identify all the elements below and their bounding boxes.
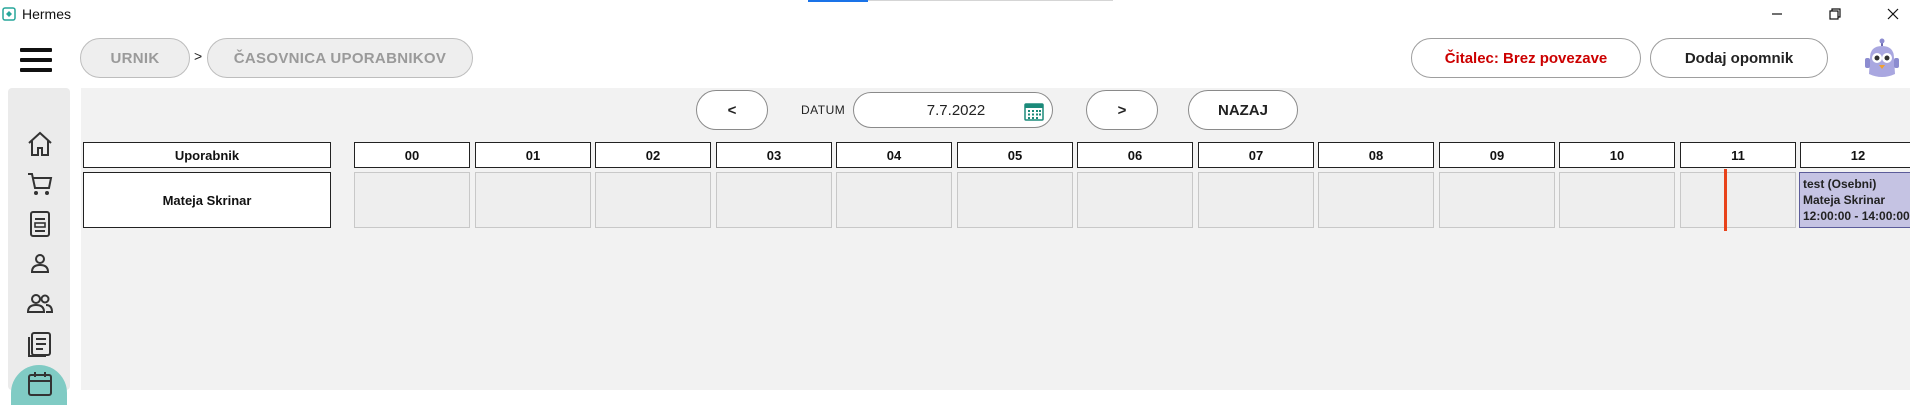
hour-slot[interactable] (1077, 172, 1193, 228)
reader-status-button[interactable]: Čitalec: Brez povezave (1411, 38, 1641, 78)
right-edge (1910, 88, 1916, 390)
close-icon (1887, 8, 1899, 20)
sidebar (8, 88, 70, 405)
event-time: 12:00:00 - 14:00:00 (1803, 209, 1910, 223)
menu-bar (20, 58, 52, 62)
hour-slot[interactable] (1198, 172, 1314, 228)
restore-icon (1829, 8, 1841, 20)
add-reminder-button[interactable]: Dodaj opomnik (1650, 38, 1828, 78)
window-title: Hermes (22, 6, 72, 22)
list-icon (28, 332, 51, 357)
sidebar-item-cart[interactable] (24, 168, 56, 200)
taskbar-line (868, 0, 1113, 1)
hour-header-03: 03 (716, 142, 832, 168)
hour-header-04: 04 (836, 142, 952, 168)
hour-slot[interactable] (595, 172, 711, 228)
calendar-icon (28, 372, 52, 396)
row-user-name: Mateja Skrinar (83, 172, 331, 228)
hour-header-12: 12 (1800, 142, 1916, 168)
hour-slot[interactable] (1318, 172, 1434, 228)
back-button[interactable]: NAZAJ (1188, 90, 1298, 130)
sidebar-item-user[interactable] (24, 248, 56, 280)
title-bar: Hermes (0, 0, 1916, 28)
hour-slot[interactable] (1680, 172, 1796, 228)
hour-header-11: 11 (1680, 142, 1796, 168)
hour-slot[interactable] (475, 172, 591, 228)
main-content (81, 88, 1916, 390)
home-icon (28, 131, 52, 156)
hour-slot[interactable] (957, 172, 1073, 228)
minimize-button[interactable] (1748, 0, 1806, 28)
person-icon (30, 254, 50, 273)
timeline-event[interactable]: test (Osebni) Mateja Skrinar 12:00:00 - … (1799, 172, 1916, 228)
event-title: test (Osebni) (1803, 177, 1877, 191)
sidebar-item-users[interactable] (24, 288, 56, 320)
date-label: DATUM (801, 103, 846, 117)
hour-header-06: 06 (1077, 142, 1193, 168)
app-logo-icon (2, 7, 16, 21)
sidebar-item-list[interactable] (24, 328, 56, 360)
hour-header-10: 10 (1559, 142, 1675, 168)
hour-slot[interactable] (1559, 172, 1675, 228)
event-user: Mateja Skrinar (1803, 193, 1886, 207)
current-time-indicator (1724, 169, 1727, 231)
hour-header-08: 08 (1318, 142, 1434, 168)
taskbar-accent (808, 0, 868, 2)
breadcrumb-separator: > (194, 48, 203, 64)
next-day-button[interactable]: > (1086, 90, 1158, 130)
hour-slot[interactable] (1439, 172, 1555, 228)
hour-header-02: 02 (595, 142, 711, 168)
robot-avatar-icon[interactable] (1862, 38, 1902, 80)
cart-icon (28, 173, 53, 195)
date-field[interactable]: 7.7.2022 (853, 92, 1053, 128)
user-column-header: Uporabnik (83, 142, 331, 168)
document-icon (30, 211, 50, 237)
sidebar-item-calendar[interactable] (24, 368, 56, 400)
hour-header-01: 01 (475, 142, 591, 168)
calendar-picker-icon[interactable] (1024, 101, 1044, 121)
hour-slot[interactable] (716, 172, 832, 228)
hour-header-00: 00 (354, 142, 470, 168)
hour-header-05: 05 (957, 142, 1073, 168)
hour-slot[interactable] (354, 172, 470, 228)
restore-button[interactable] (1806, 0, 1864, 28)
prev-day-button[interactable]: < (696, 90, 768, 130)
hour-header-07: 07 (1198, 142, 1314, 168)
menu-bar (20, 48, 52, 52)
hour-header-09: 09 (1439, 142, 1555, 168)
breadcrumb-casovnica[interactable]: ČASOVNICA UPORABNIKOV (207, 38, 473, 78)
minimize-icon (1772, 13, 1782, 15)
menu-button[interactable] (20, 48, 52, 74)
breadcrumb-urnik[interactable]: URNIK (80, 38, 190, 78)
sidebar-item-documents[interactable] (24, 208, 56, 240)
hour-slot[interactable] (836, 172, 952, 228)
menu-bar (20, 68, 52, 72)
sidebar-item-home[interactable] (24, 128, 56, 160)
date-value: 7.7.2022 (926, 102, 986, 119)
close-button[interactable] (1864, 0, 1916, 28)
people-icon (26, 294, 54, 313)
